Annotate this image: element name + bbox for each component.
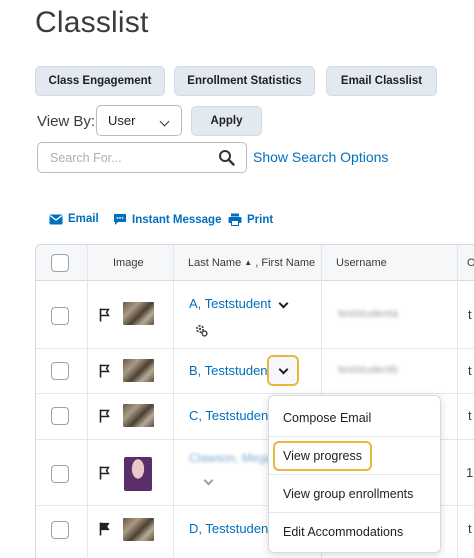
row-actions-chevron-active[interactable]	[267, 355, 299, 386]
user-photo	[123, 359, 154, 382]
view-by-selected: User	[108, 113, 136, 128]
user-photo	[123, 518, 154, 541]
header-username[interactable]: Username	[336, 257, 387, 269]
chevron-down-icon	[159, 116, 170, 127]
search-placeholder: Search For...	[50, 151, 122, 165]
row-actions-chevron[interactable]	[194, 468, 223, 496]
email-action[interactable]: Email	[49, 213, 99, 225]
row-actions-menu: Compose Email View progress View group e…	[268, 395, 441, 553]
column-divider	[457, 245, 458, 558]
print-action-label: Print	[247, 213, 274, 226]
sort-ascending-icon: ▲	[244, 258, 253, 267]
view-by-select[interactable]: User	[96, 105, 182, 136]
username-value: teststudentb	[338, 364, 398, 376]
menu-item-label: Compose Email	[283, 410, 372, 425]
printer-icon	[228, 213, 242, 226]
flag-filled-icon[interactable]	[99, 522, 110, 536]
user-photo	[124, 457, 152, 491]
username-value: teststudenta	[338, 308, 398, 320]
flag-outline-icon[interactable]	[99, 364, 110, 378]
row-divider	[36, 348, 474, 349]
user-photo	[123, 404, 154, 427]
flag-outline-icon[interactable]	[99, 409, 110, 423]
instant-message-action-label: Instant Message	[132, 213, 222, 226]
class-engagement-button[interactable]: Class Engagement	[35, 66, 165, 96]
row-actions-chevron[interactable]	[269, 291, 298, 319]
search-input[interactable]: Search For...	[37, 142, 247, 173]
column-divider	[87, 245, 88, 558]
menu-item-view-group-enrollments[interactable]: View group enrollments	[269, 475, 440, 512]
cut-column-value: t	[468, 363, 472, 378]
email-classlist-button[interactable]: Email Classlist	[326, 66, 437, 96]
view-by-label: View By:	[37, 113, 96, 130]
envelope-icon	[49, 214, 63, 224]
row-checkbox[interactable]	[51, 521, 69, 539]
student-name-link[interactable]: A, Teststudent	[189, 296, 271, 311]
email-action-label: Email	[68, 213, 99, 225]
student-name-link[interactable]: C, Teststudent	[189, 408, 272, 423]
header-first-name[interactable]: , First Name	[255, 257, 315, 269]
flag-outline-icon[interactable]	[99, 466, 110, 480]
student-name-link[interactable]: Clawson, Megan	[189, 451, 278, 465]
print-action[interactable]: Print	[228, 213, 273, 226]
show-search-options-link[interactable]: Show Search Options	[253, 149, 388, 165]
select-all-checkbox[interactable]	[51, 254, 69, 272]
student-name-link[interactable]: B, Teststudent	[189, 363, 271, 378]
menu-item-edit-accommodations[interactable]: Edit Accommodations	[269, 513, 440, 550]
cut-column-value: t	[468, 408, 472, 423]
header-last-first-name[interactable]: Last Name ▲ , First Name	[188, 257, 315, 269]
header-last-name[interactable]: Last Name	[188, 257, 241, 269]
enrollment-statistics-button[interactable]: Enrollment Statistics	[174, 66, 315, 96]
menu-item-label: Edit Accommodations	[283, 524, 404, 539]
row-checkbox[interactable]	[51, 362, 69, 380]
page-title: Classlist	[35, 6, 149, 39]
user-photo	[123, 302, 154, 325]
menu-item-label: View group enrollments	[283, 486, 414, 501]
row-checkbox[interactable]	[51, 307, 69, 325]
student-name-link[interactable]: D, Teststudent	[189, 521, 272, 536]
row-checkbox[interactable]	[51, 407, 69, 425]
header-image: Image	[113, 257, 144, 269]
apply-button[interactable]: Apply	[191, 106, 262, 136]
chat-bubble-icon	[114, 214, 126, 225]
cut-column-value: t	[468, 521, 472, 536]
column-divider	[173, 245, 174, 558]
row-checkbox[interactable]	[51, 465, 69, 483]
cut-column-value: t	[468, 307, 472, 322]
menu-item-label: View progress	[273, 440, 372, 471]
instant-message-action[interactable]: Instant Message	[113, 213, 221, 226]
search-icon[interactable]	[218, 149, 236, 167]
accommodations-gear-icon	[195, 324, 208, 337]
cut-column-value: 1	[466, 465, 474, 480]
menu-item-compose-email[interactable]: Compose Email	[269, 399, 440, 436]
header-cut-column: O	[467, 257, 474, 269]
row-divider	[36, 393, 474, 394]
flag-outline-icon[interactable]	[99, 308, 110, 322]
menu-item-view-progress[interactable]: View progress	[269, 437, 440, 474]
